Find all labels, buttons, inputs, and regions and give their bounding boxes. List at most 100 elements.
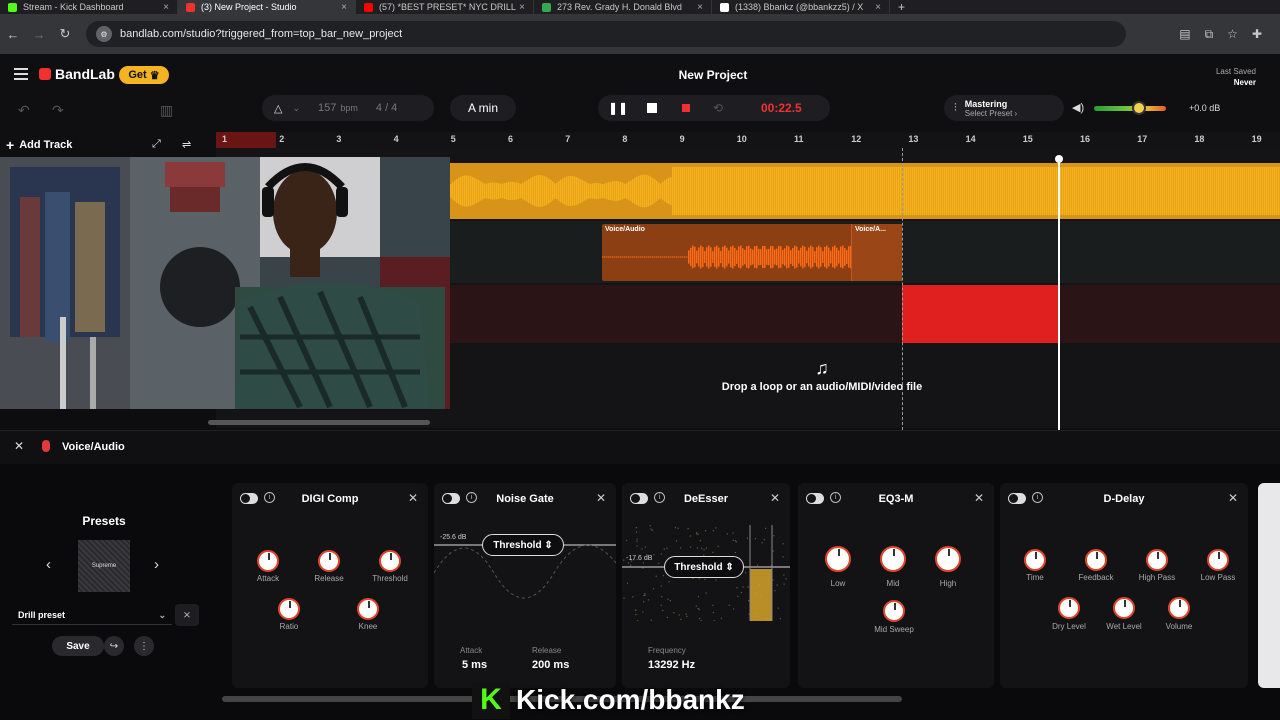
preset-select[interactable]: Drill preset ⌄ [12, 605, 172, 625]
menu-icon[interactable] [14, 68, 28, 80]
redo-icon[interactable]: ↷ [52, 102, 64, 119]
chevron-left-icon[interactable]: ‹ [46, 556, 51, 573]
mastering-icon: ⫶ [954, 101, 957, 114]
knob-dry-level[interactable] [1058, 597, 1080, 619]
knob-release[interactable] [318, 550, 340, 572]
track-settings-icon[interactable]: ⇌ [182, 138, 191, 151]
browser-tab[interactable]: (57) *BEST PRESET* NYC DRILL × [356, 0, 534, 14]
preset-thumbnail[interactable]: Supreme [78, 540, 130, 592]
knob-feedback[interactable] [1085, 549, 1107, 571]
close-tab-icon[interactable]: × [519, 2, 525, 13]
speaker-icon[interactable]: ◀) [1072, 101, 1084, 114]
panel-title: Voice/Audio [62, 441, 125, 453]
url-field[interactable]: ⚙ bandlab.com/studio?triggered_from=top_… [86, 21, 1126, 47]
knob-wet-level[interactable] [1113, 597, 1135, 619]
track-lane-3[interactable] [450, 285, 1280, 343]
key-button[interactable]: A min [450, 95, 516, 121]
knob-ratio[interactable] [278, 598, 300, 620]
master-volume-slider[interactable] [1094, 106, 1166, 111]
metronome-icon[interactable]: △ [274, 102, 282, 115]
fx-d-delay: i D-Delay ✕ Time Feedback High Pass Low … [1000, 483, 1248, 688]
record-icon[interactable] [678, 100, 694, 116]
loop-icon[interactable]: ⟲ [710, 100, 726, 116]
playhead[interactable] [1055, 155, 1063, 430]
remove-fx-icon[interactable]: ✕ [596, 491, 606, 505]
new-tab-icon[interactable]: + [890, 0, 913, 14]
undo-icon[interactable]: ↶ [18, 102, 30, 119]
recording-clip[interactable] [902, 285, 1058, 343]
chevron-right-icon[interactable]: › [154, 556, 159, 573]
chevron-updown-icon: ⇕ [544, 539, 553, 551]
more-options-icon[interactable]: ⋮ [134, 636, 154, 656]
browser-tab-active[interactable]: (3) New Project - Studio × [178, 0, 356, 14]
site-info-icon[interactable]: ⚙ [96, 26, 112, 42]
ruler-bar-10: 10 [736, 134, 747, 144]
ruler-bar-11: 11 [794, 134, 804, 144]
drop-zone[interactable]: ♫ Drop a loop or an audio/MIDI/video fil… [700, 358, 944, 393]
threshold-dropdown[interactable]: Threshold ⇕ [482, 534, 564, 556]
app-header: BandLab Get ♛ New Project Last Saved Nev… [0, 54, 1280, 94]
remove-fx-icon[interactable]: ✕ [974, 491, 984, 505]
knob-volume[interactable] [1168, 597, 1190, 619]
pause-icon[interactable]: ❚❚ [608, 100, 628, 116]
knob-high-pass[interactable] [1146, 549, 1168, 571]
knob-threshold[interactable] [379, 550, 401, 572]
mastering-button[interactable]: ⫶ Mastering Select Preset › [944, 95, 1064, 121]
project-title[interactable]: New Project [640, 68, 786, 82]
install-icon[interactable]: ⧉ [1205, 27, 1214, 42]
save-preset-button[interactable]: Save [52, 636, 104, 656]
knob-low-pass[interactable] [1207, 549, 1229, 571]
timeline-ruler[interactable]: 1 2 3 4 5 6 7 8 9 10 11 12 13 14 15 16 17 18 19 [216, 132, 1280, 148]
close-tab-icon[interactable]: × [875, 2, 881, 13]
back-arrow-icon[interactable]: ← [0, 27, 26, 42]
reader-icon[interactable]: ▤ [1179, 27, 1190, 42]
remove-fx-icon[interactable]: ✕ [408, 491, 418, 505]
fx-digi-comp: i DIGI Comp ✕ Attack Release Threshold R… [232, 483, 428, 688]
knob-mid[interactable] [880, 546, 906, 572]
bookmark-star-icon[interactable]: ☆ [1227, 27, 1238, 42]
time-display: 00:22.5 [761, 101, 802, 115]
master-volume-handle[interactable] [1131, 101, 1146, 115]
forward-arrow-icon[interactable]: → [26, 27, 52, 42]
close-tab-icon[interactable]: × [341, 2, 347, 13]
chevron-down-icon[interactable]: ⌄ [292, 103, 300, 114]
knob-time[interactable] [1024, 549, 1046, 571]
remove-fx-icon[interactable]: ✕ [1228, 491, 1238, 505]
ruler-bar-9: 9 [679, 134, 685, 144]
knob-low[interactable] [825, 546, 851, 572]
time-signature[interactable]: 4 / 4 [376, 102, 397, 114]
reset-preset-icon[interactable]: ⨯ [175, 604, 199, 626]
remove-fx-icon[interactable]: ✕ [770, 491, 780, 505]
ruler-bar-18: 18 [1194, 134, 1205, 144]
audio-clip-voice-2[interactable]: Voice/A... [851, 224, 902, 281]
threshold-dropdown[interactable]: Threshold ⇕ [664, 556, 744, 578]
ruler-bar-19: 19 [1251, 134, 1262, 144]
edit-cursor-line [902, 148, 903, 430]
reload-icon[interactable]: ↻ [52, 26, 78, 42]
stop-icon[interactable] [644, 100, 660, 116]
share-icon[interactable]: ↪ [104, 636, 124, 656]
browser-tab[interactable]: 273 Rev. Grady H. Donald Blvd × [534, 0, 712, 14]
timeline-scrollbar[interactable] [208, 420, 430, 425]
bandlab-logo[interactable]: BandLab [39, 66, 115, 82]
tempo-controls: △ ⌄ 157 bpm 4 / 4 [262, 95, 434, 121]
extensions-icon[interactable]: ✚ [1252, 27, 1262, 42]
bpm-value[interactable]: 157 [318, 102, 336, 114]
knob-attack[interactable] [257, 550, 279, 572]
knob-knee[interactable] [357, 598, 379, 620]
browser-tab[interactable]: Stream - Kick Dashboard × [0, 0, 178, 14]
get-button[interactable]: Get ♛ [119, 66, 169, 84]
add-track-button[interactable]: + Add Track [6, 137, 72, 153]
ruler-bar-14: 14 [965, 134, 976, 144]
piano-keys-icon[interactable]: ▥ [160, 102, 173, 119]
automation-icon[interactable]: ⤢ [152, 138, 161, 151]
knob-mid-sweep[interactable] [883, 600, 905, 622]
close-tab-icon[interactable]: × [163, 2, 169, 13]
close-icon[interactable]: ✕ [14, 439, 24, 453]
volume-db-readout: +0.0 dB [1189, 103, 1221, 113]
fx-next-partial[interactable] [1258, 483, 1280, 688]
fx-eq3-m: i EQ3-M ✕ Low Mid High Mid Sweep [798, 483, 994, 688]
knob-high[interactable] [935, 546, 961, 572]
browser-tab[interactable]: (1338) Bbankz (@bbankzz5) / X × [712, 0, 890, 14]
close-tab-icon[interactable]: × [697, 2, 703, 13]
